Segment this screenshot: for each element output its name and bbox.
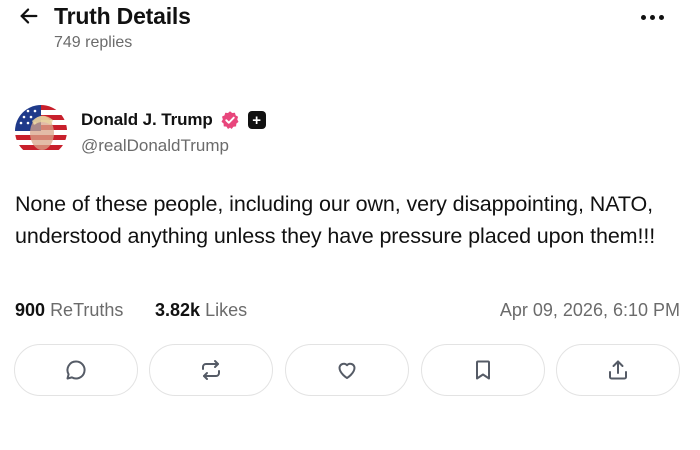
retruth-button[interactable] [149,344,273,396]
arrow-left-icon [20,8,38,24]
page-title: Truth Details [54,3,191,29]
top-bar: Truth Details 749 replies [0,0,700,60]
more-dot [649,14,655,20]
name-row: Donald J. Trump + [81,109,266,131]
retruths-stat[interactable]: 900 ReTruths [15,300,123,321]
display-name[interactable]: Donald J. Trump [81,110,213,130]
share-button[interactable] [556,344,680,396]
like-button[interactable] [285,344,409,396]
avatar[interactable] [15,105,67,157]
reply-count: 749 replies [54,34,133,51]
comment-icon [66,360,86,380]
retruths-count: 900 [15,300,46,320]
more-dot [658,14,664,20]
verified-badge-icon [221,111,239,129]
share-icon [609,360,627,380]
back-button[interactable] [14,2,44,30]
more-options-button[interactable] [634,6,670,28]
heart-icon [338,362,356,379]
reply-button[interactable] [14,344,138,396]
likes-stat[interactable]: 3.82k Likes [155,300,247,321]
more-dots-icon [640,14,646,20]
action-bar [14,344,682,398]
author-handle[interactable]: @realDonaldTrump [81,136,229,156]
likes-count: 3.82k [155,300,201,320]
post-timestamp: Apr 09, 2026, 6:10 PM [499,300,680,320]
bookmark-icon [476,360,490,380]
retruth-icon [202,360,220,380]
post-stats: 900 ReTruths 3.82k Likes Apr 09, 2026, 6… [15,300,680,326]
plus-badge-icon: + [247,111,266,129]
author-block: Donald J. Trump + @realDonaldTrump [15,105,415,159]
bookmark-button[interactable] [421,344,545,396]
post-body: None of these people, including our own,… [15,192,656,248]
avatar-image [15,105,67,157]
likes-label: Likes [205,300,248,320]
retruths-label: ReTruths [50,300,124,320]
